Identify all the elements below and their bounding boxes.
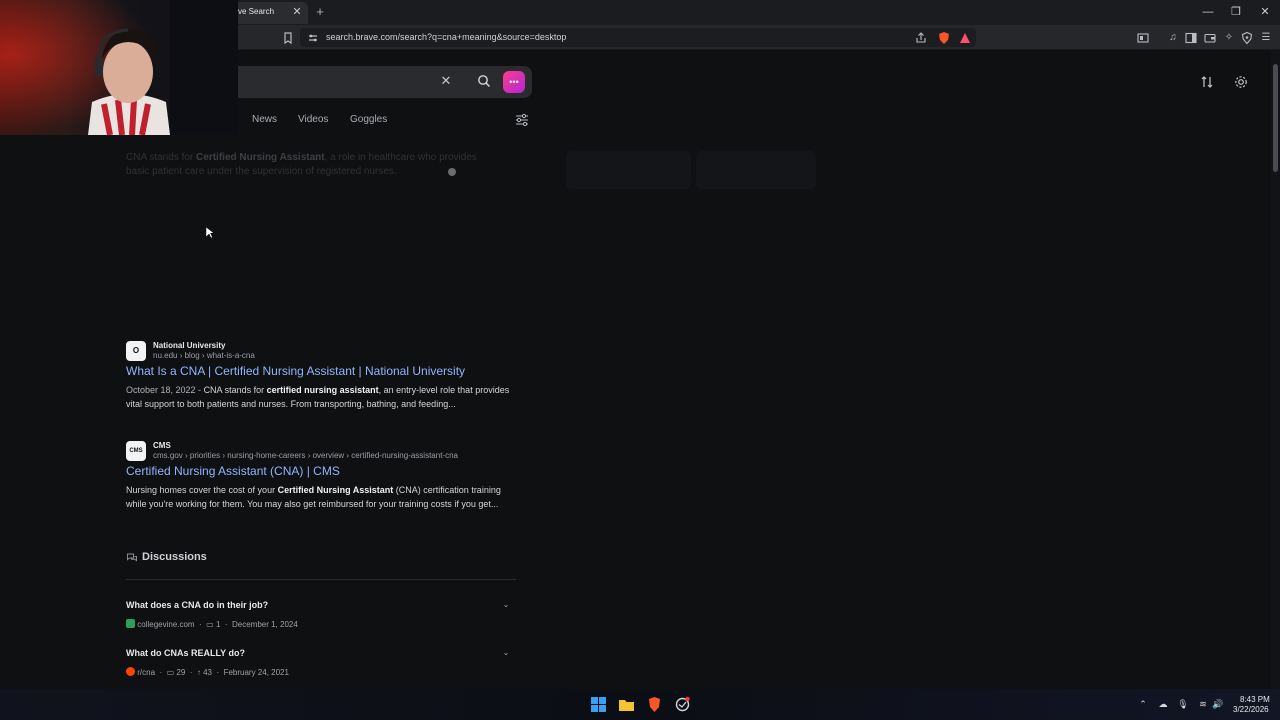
chevron-down-icon[interactable]: ⌄ bbox=[500, 647, 512, 659]
media-icon[interactable]: ♫ bbox=[1166, 31, 1180, 45]
tab-title: ve Search bbox=[238, 7, 275, 16]
divider bbox=[126, 579, 516, 580]
search-icon[interactable] bbox=[476, 73, 492, 89]
discussions-heading: Discussions bbox=[142, 551, 207, 563]
summary-lead: CNA stands for bbox=[126, 152, 194, 163]
ask-leo-button[interactable]: ••• bbox=[503, 71, 525, 93]
discussion-question[interactable]: What do CNAs REALLY do? bbox=[126, 648, 245, 658]
wifi-icon[interactable]: ≋ bbox=[1197, 698, 1209, 710]
scrollbar-thumb[interactable] bbox=[1273, 64, 1278, 172]
tab-news[interactable]: News bbox=[252, 114, 277, 125]
comment-count: 29 bbox=[176, 668, 186, 677]
file-explorer-icon[interactable] bbox=[618, 696, 635, 713]
settings-gear-icon[interactable] bbox=[1233, 74, 1249, 90]
volume-icon[interactable]: 🔊 bbox=[1212, 698, 1224, 710]
comment-icon: ▭ bbox=[166, 668, 175, 677]
comment-icon: ▭ bbox=[206, 620, 214, 629]
menu-icon[interactable]: ☰ bbox=[1259, 31, 1273, 45]
bookmark-icon[interactable] bbox=[281, 31, 295, 45]
chevron-up-icon[interactable]: ⌃ bbox=[1137, 698, 1149, 710]
leo-ai-icon[interactable]: ✧ bbox=[1222, 31, 1236, 45]
app-icon[interactable] bbox=[674, 696, 691, 713]
result-date: October 18, 2022 - bbox=[126, 385, 202, 395]
minimize-icon[interactable]: — bbox=[1199, 3, 1217, 21]
favicon-national-university: O bbox=[126, 341, 146, 361]
sidebar-toggle-icon[interactable] bbox=[1184, 31, 1198, 45]
summary-bold: Certified Nursing Assistant bbox=[196, 152, 325, 163]
close-window-icon[interactable]: ✕ bbox=[1256, 3, 1274, 21]
url-text[interactable]: search.brave.com/search?q=cna+meaning&so… bbox=[326, 32, 566, 42]
tab-videos[interactable]: Videos bbox=[298, 114, 328, 125]
clear-search-icon[interactable]: ✕ bbox=[438, 73, 454, 89]
brave-shields-icon[interactable] bbox=[937, 31, 951, 45]
ai-summary-loading: CNA stands for Certified Nursing Assista… bbox=[126, 151, 486, 179]
discussion-meta: r/cna · ▭ 29 · ↑ 43 · February 24, 2021 bbox=[126, 667, 289, 677]
clock-date[interactable]: 3/22/2026 bbox=[1233, 705, 1269, 714]
taskbar bbox=[0, 689, 1280, 720]
vpn-shield-icon[interactable] bbox=[1240, 31, 1254, 45]
chevron-down-icon[interactable]: ⌄ bbox=[500, 599, 512, 611]
upvote-count: 43 bbox=[203, 668, 212, 677]
collegevine-icon bbox=[126, 619, 135, 628]
result-title-link[interactable]: What Is a CNA | Certified Nursing Assist… bbox=[126, 364, 465, 378]
tab-close-icon[interactable]: ✕ bbox=[290, 4, 304, 20]
discussion-meta: collegevine.com · ▭ 1 · December 1, 2024 bbox=[126, 619, 298, 629]
result-snippet: October 18, 2022 - CNA stands for certif… bbox=[126, 383, 521, 411]
mouse-cursor-icon bbox=[205, 226, 215, 239]
sort-icon[interactable] bbox=[1199, 74, 1215, 90]
result-breadcrumb[interactable]: nu.edu › blog › what-is-a-cna bbox=[153, 351, 255, 360]
placeholder-card bbox=[566, 151, 691, 189]
snippet-bold: certified nursing assistant bbox=[266, 385, 379, 395]
brave-rewards-icon[interactable] bbox=[958, 31, 972, 45]
discussions-icon bbox=[126, 551, 138, 563]
wallet-icon[interactable] bbox=[1203, 31, 1217, 45]
favicon-cms: CMS bbox=[126, 441, 146, 461]
result-site-name[interactable]: CMS bbox=[153, 441, 171, 450]
new-tab-icon[interactable]: + bbox=[312, 4, 328, 20]
upvote-icon: ↑ bbox=[196, 668, 201, 677]
discussion-date: February 24, 2021 bbox=[223, 668, 289, 677]
share-icon[interactable] bbox=[914, 31, 928, 45]
microphone-icon[interactable]: 🎙 bbox=[1177, 698, 1189, 710]
discussion-source[interactable]: collegevine.com bbox=[137, 620, 194, 629]
reddit-icon bbox=[126, 667, 135, 676]
discussion-date: December 1, 2024 bbox=[231, 620, 298, 629]
brave-browser-icon[interactable] bbox=[646, 696, 663, 713]
filters-icon[interactable] bbox=[514, 113, 530, 127]
result-site-name[interactable]: National University bbox=[153, 341, 225, 350]
site-settings-icon[interactable] bbox=[306, 31, 320, 45]
snippet-bold: Certified Nursing Assistant bbox=[277, 485, 394, 495]
result-snippet: Nursing homes cover the cost of your Cer… bbox=[126, 483, 521, 511]
placeholder-card bbox=[696, 151, 816, 189]
comment-count: 1 bbox=[215, 620, 221, 629]
result-title-link[interactable]: Certified Nursing Assistant (CNA) | CMS bbox=[126, 464, 340, 478]
windows-start-icon[interactable] bbox=[590, 696, 607, 713]
snippet-pre: Nursing homes cover the cost of your bbox=[126, 485, 276, 495]
sidebar-panel-icon[interactable] bbox=[1136, 31, 1150, 45]
restore-icon[interactable]: ❐ bbox=[1227, 3, 1245, 21]
tab-goggles[interactable]: Goggles bbox=[350, 114, 387, 125]
result-breadcrumb[interactable]: cms.gov › priorities › nursing-home-care… bbox=[153, 451, 458, 460]
discussion-source[interactable]: r/cna bbox=[137, 668, 155, 677]
discussion-question[interactable]: What does a CNA do in their job? bbox=[126, 600, 268, 610]
onedrive-icon[interactable]: ☁ bbox=[1157, 698, 1169, 710]
clock-time[interactable]: 8:43 PM bbox=[1240, 695, 1270, 704]
loading-dot bbox=[448, 168, 456, 176]
snippet-pre: CNA stands for bbox=[203, 385, 265, 395]
webcam-overlay bbox=[0, 0, 238, 135]
